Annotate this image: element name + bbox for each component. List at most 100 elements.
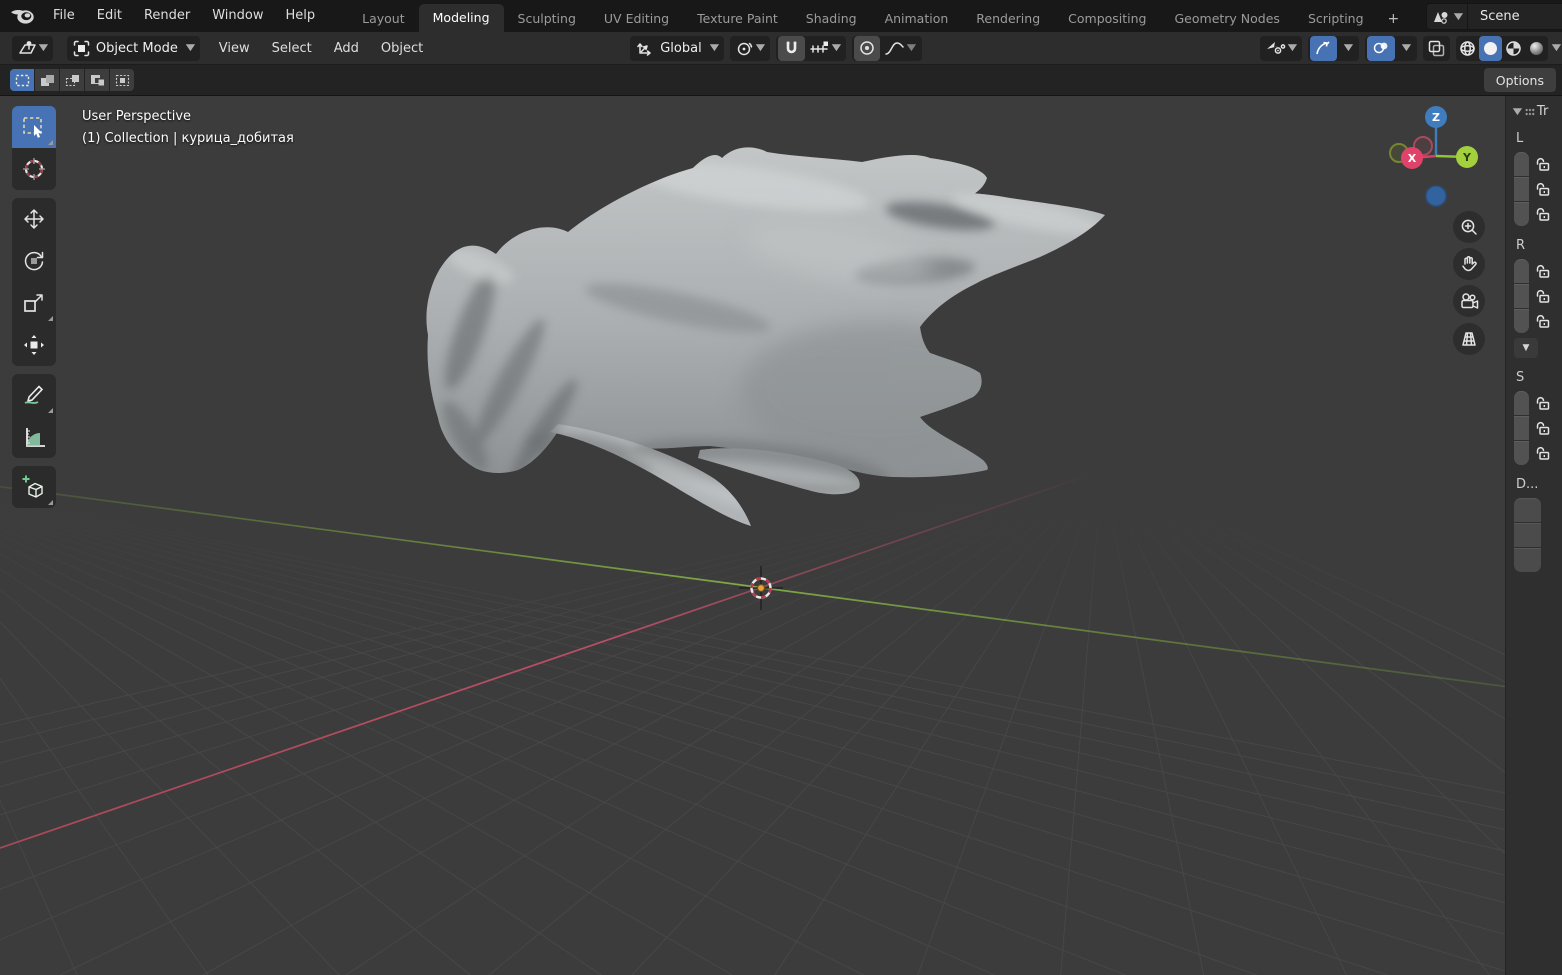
tab-scripting[interactable]: Scripting xyxy=(1294,6,1378,32)
scene-name[interactable]: Scene xyxy=(1468,9,1562,24)
shading-wireframe-button[interactable] xyxy=(1456,36,1479,61)
unlock-icon[interactable] xyxy=(1535,207,1551,221)
tab-texture-paint[interactable]: Texture Paint xyxy=(683,6,792,32)
tool-rotate[interactable] xyxy=(12,240,56,282)
scale-y-field[interactable] xyxy=(1514,416,1529,440)
tool-add-cube[interactable] xyxy=(12,466,56,508)
scale-x-field[interactable] xyxy=(1514,391,1529,415)
select-intersect-button[interactable] xyxy=(110,69,134,91)
rotation-y-field[interactable] xyxy=(1514,284,1529,308)
menu-file[interactable]: File xyxy=(42,0,86,32)
dimensions-z-field[interactable] xyxy=(1514,548,1541,572)
tab-animation[interactable]: Animation xyxy=(871,6,963,32)
snap-target-dropdown[interactable]: ▼ xyxy=(805,36,845,61)
shading-rendered-button[interactable] xyxy=(1525,36,1548,61)
scene-selector[interactable]: ▼ Scene xyxy=(1426,3,1562,30)
tool-transform[interactable] xyxy=(12,324,56,366)
unlock-icon[interactable] xyxy=(1535,264,1551,278)
select-set-button[interactable] xyxy=(10,69,34,91)
tab-modeling[interactable]: Modeling xyxy=(419,4,504,32)
shading-material-button[interactable] xyxy=(1502,36,1525,61)
menu-select[interactable]: Select xyxy=(261,32,323,65)
tab-shading[interactable]: Shading xyxy=(792,6,871,32)
transform-panel-header[interactable]: ▼ Tr xyxy=(1514,104,1562,119)
viewport-header: ▼ Object Mode ▼ View Select Add Object G… xyxy=(0,32,1562,65)
rotation-label: R xyxy=(1516,238,1562,253)
pivot-point-dropdown[interactable]: ▼ xyxy=(730,36,770,61)
unlock-icon[interactable] xyxy=(1535,314,1551,328)
gizmo-dropdown[interactable]: ▼ xyxy=(1337,36,1357,61)
gizmo-neg-z[interactable] xyxy=(1426,186,1446,206)
tab-layout[interactable]: Layout xyxy=(348,6,419,32)
tool-cursor[interactable] xyxy=(12,148,56,190)
orientation-label: Global xyxy=(654,41,707,56)
unlock-icon[interactable] xyxy=(1535,157,1551,171)
menu-add[interactable]: Add xyxy=(323,32,370,65)
tab-geometry-nodes[interactable]: Geometry Nodes xyxy=(1161,6,1294,32)
camera-icon xyxy=(1459,292,1480,311)
toggle-perspective-button[interactable] xyxy=(1453,323,1485,355)
tab-rendering[interactable]: Rendering xyxy=(962,6,1054,32)
proportional-falloff-dropdown[interactable]: ▼ xyxy=(880,36,920,61)
sidebar-transform-panel: ▼ Tr L R ▼ S xyxy=(1505,96,1562,975)
overlays-dropdown[interactable]: ▼ xyxy=(1395,36,1415,61)
tool-scale[interactable] xyxy=(12,282,56,324)
pivot-icon xyxy=(736,40,754,57)
tool-move[interactable] xyxy=(12,198,56,240)
dimensions-x-field[interactable] xyxy=(1514,498,1541,522)
menu-view[interactable]: View xyxy=(208,32,261,65)
menu-object[interactable]: Object xyxy=(370,32,434,65)
chevron-down-icon: ▼ xyxy=(1513,107,1522,117)
add-workspace-button[interactable]: + xyxy=(1378,6,1410,32)
model-object[interactable] xyxy=(410,136,1130,546)
xray-toggle[interactable] xyxy=(1423,36,1450,61)
dimensions-y-field[interactable] xyxy=(1514,523,1541,547)
object-visibility-dropdown[interactable]: ▼ xyxy=(1260,36,1302,61)
mode-label: Object Mode xyxy=(90,41,184,56)
proportional-editing-toggle[interactable] xyxy=(854,36,880,61)
unlock-icon[interactable] xyxy=(1535,182,1551,196)
tool-select-box[interactable] xyxy=(12,106,56,148)
menu-window[interactable]: Window xyxy=(201,0,274,32)
show-overlays-toggle[interactable] xyxy=(1367,36,1395,61)
tool-measure[interactable] xyxy=(12,416,56,458)
select-mode-buttons xyxy=(10,69,134,91)
unlock-icon[interactable] xyxy=(1535,421,1551,435)
shading-dropdown[interactable]: ▼ xyxy=(1552,43,1561,53)
options-button[interactable]: Options xyxy=(1484,68,1556,92)
menu-render[interactable]: Render xyxy=(133,0,201,32)
location-y-field[interactable] xyxy=(1514,177,1529,201)
menu-edit[interactable]: Edit xyxy=(86,0,133,32)
location-z-field[interactable] xyxy=(1514,202,1529,226)
chevron-down-icon: ▼ xyxy=(1344,43,1353,53)
editor-type-selector[interactable]: ▼ xyxy=(12,36,53,61)
menu-help[interactable]: Help xyxy=(275,0,327,32)
tab-uv-editing[interactable]: UV Editing xyxy=(590,6,683,32)
unlock-icon[interactable] xyxy=(1535,289,1551,303)
tab-compositing[interactable]: Compositing xyxy=(1054,6,1160,32)
select-invert-button[interactable] xyxy=(85,69,109,91)
material-sphere-icon xyxy=(1505,40,1522,57)
shading-solid-button[interactable] xyxy=(1479,36,1502,61)
zoom-button[interactable] xyxy=(1453,211,1485,243)
select-subtract-button[interactable] xyxy=(60,69,84,91)
unlock-icon[interactable] xyxy=(1535,396,1551,410)
dimensions-fields xyxy=(1514,497,1562,572)
pan-button[interactable] xyxy=(1453,248,1485,280)
show-gizmo-toggle[interactable] xyxy=(1310,36,1337,61)
rotation-z-field[interactable] xyxy=(1514,309,1529,333)
transform-orientation-dropdown[interactable]: Global ▼ xyxy=(630,36,723,61)
snap-toggle[interactable] xyxy=(778,36,805,61)
viewport-3d[interactable]: User Perspective (1) Collection | курица… xyxy=(0,96,1562,975)
tab-sculpting[interactable]: Sculpting xyxy=(504,6,590,32)
rotation-x-field[interactable] xyxy=(1514,259,1529,283)
select-extend-button[interactable] xyxy=(35,69,59,91)
rotation-mode-dropdown[interactable]: ▼ xyxy=(1514,338,1538,358)
scale-z-field[interactable] xyxy=(1514,441,1529,465)
location-x-field[interactable] xyxy=(1514,152,1529,176)
unlock-icon[interactable] xyxy=(1535,446,1551,460)
navigation-gizmo[interactable]: Z X Y xyxy=(1386,104,1486,214)
camera-view-button[interactable] xyxy=(1453,285,1485,317)
mode-dropdown[interactable]: Object Mode ▼ xyxy=(67,36,200,61)
tool-annotate[interactable] xyxy=(12,374,56,416)
